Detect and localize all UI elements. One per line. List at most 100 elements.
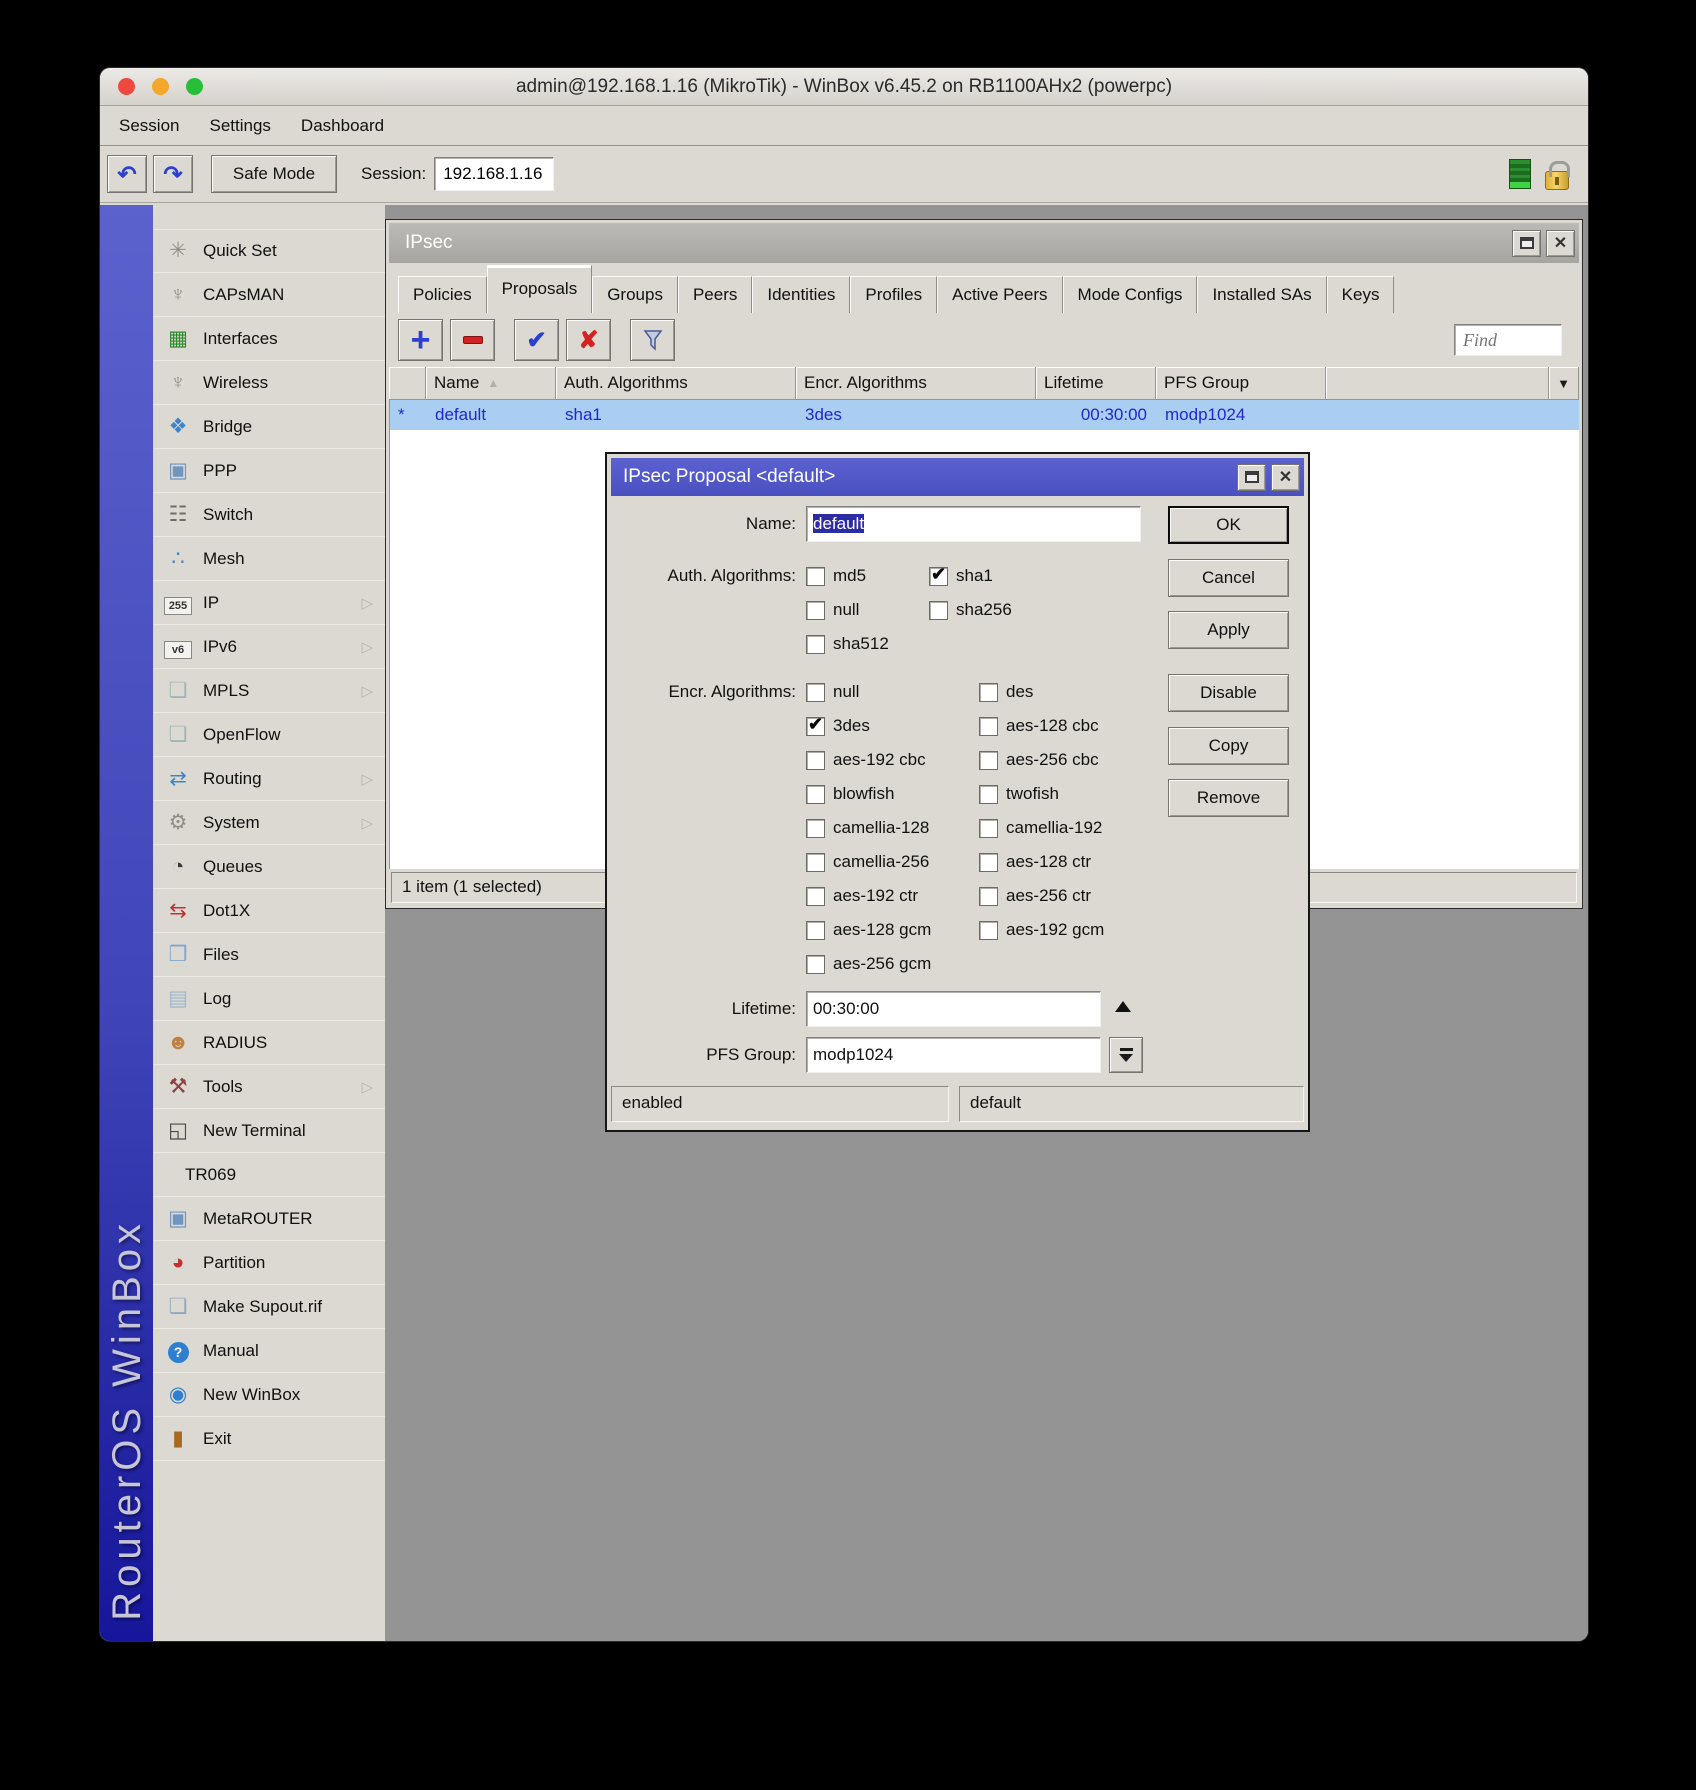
sidebar-item-new-terminal[interactable]: ◱New Terminal bbox=[153, 1109, 385, 1153]
sidebar-item-interfaces[interactable]: ▦Interfaces bbox=[153, 317, 385, 361]
table-row-selected[interactable]: *defaultsha13des00:30:00modp1024 bbox=[390, 400, 1579, 430]
column-header-auth-algorithms[interactable]: Auth. Algorithms bbox=[556, 367, 796, 400]
checkbox-box[interactable] bbox=[806, 635, 825, 654]
restore-button[interactable] bbox=[1512, 230, 1541, 257]
sidebar-item-bridge[interactable]: ❖Bridge bbox=[153, 405, 385, 449]
ok-button[interactable]: OK bbox=[1168, 506, 1289, 544]
find-input[interactable] bbox=[1454, 324, 1562, 356]
checkbox-twofish[interactable]: twofish bbox=[979, 777, 1104, 811]
close-button[interactable] bbox=[118, 78, 135, 95]
sidebar-item-routing[interactable]: ⇄Routing▷ bbox=[153, 757, 385, 801]
disable-button[interactable]: ✘ bbox=[566, 319, 611, 361]
lifetime-field[interactable]: 00:30:00 bbox=[806, 991, 1101, 1027]
checkbox-box[interactable] bbox=[806, 683, 825, 702]
checkbox-3des[interactable]: 3des bbox=[806, 709, 979, 743]
checkbox-aes-128-gcm[interactable]: aes-128 gcm bbox=[806, 913, 979, 947]
checkbox-box[interactable] bbox=[979, 887, 998, 906]
checkbox-md5[interactable]: md5 bbox=[806, 559, 929, 593]
tab-keys[interactable]: Keys bbox=[1327, 276, 1395, 313]
checkbox-aes-128-ctr[interactable]: aes-128 ctr bbox=[979, 845, 1104, 879]
pfs-group-field[interactable]: modp1024 bbox=[806, 1037, 1101, 1073]
checkbox-sha1[interactable]: sha1 bbox=[929, 559, 1012, 593]
sidebar-item-mesh[interactable]: ∴Mesh bbox=[153, 537, 385, 581]
safe-mode-button[interactable]: Safe Mode bbox=[211, 155, 337, 193]
sidebar-item-openflow[interactable]: ❏OpenFlow bbox=[153, 713, 385, 757]
checkbox-box[interactable] bbox=[806, 819, 825, 838]
tab-active-peers[interactable]: Active Peers bbox=[937, 276, 1062, 313]
sidebar-item-wireless[interactable]: ♆Wireless bbox=[153, 361, 385, 405]
checkbox-box[interactable] bbox=[979, 717, 998, 736]
sidebar-item-ipv6[interactable]: v6IPv6▷ bbox=[153, 625, 385, 669]
tab-profiles[interactable]: Profiles bbox=[850, 276, 937, 313]
ipsec-window-titlebar[interactable]: IPsec ✕ bbox=[389, 223, 1579, 263]
sidebar-item-radius[interactable]: ☻RADIUS bbox=[153, 1021, 385, 1065]
checkbox-aes-256-ctr[interactable]: aes-256 ctr bbox=[979, 879, 1104, 913]
undo-button[interactable]: ↶ bbox=[107, 155, 147, 193]
sidebar-item-system[interactable]: ⚙System▷ bbox=[153, 801, 385, 845]
tab-identities[interactable]: Identities bbox=[752, 276, 850, 313]
enable-button[interactable]: ✔ bbox=[514, 319, 559, 361]
tab-proposals[interactable]: Proposals bbox=[487, 265, 593, 313]
pfs-dropdown-button[interactable] bbox=[1109, 1037, 1143, 1073]
column-header-name[interactable]: Name▲ bbox=[426, 367, 556, 400]
tab-installed-sas[interactable]: Installed SAs bbox=[1197, 276, 1326, 313]
remove-entry-button[interactable] bbox=[450, 319, 495, 361]
checkbox-sha256[interactable]: sha256 bbox=[929, 593, 1012, 627]
minimize-button[interactable] bbox=[152, 78, 169, 95]
sidebar-item-manual[interactable]: ?Manual bbox=[153, 1329, 385, 1373]
column-header-encr-algorithms[interactable]: Encr. Algorithms bbox=[796, 367, 1036, 400]
apply-button[interactable]: Apply bbox=[1168, 611, 1289, 649]
sidebar-item-tools[interactable]: ⚒Tools▷ bbox=[153, 1065, 385, 1109]
tab-policies[interactable]: Policies bbox=[398, 276, 487, 313]
checkbox-box[interactable] bbox=[806, 921, 825, 940]
column-header-flag[interactable] bbox=[389, 367, 426, 400]
sidebar-item-capsman[interactable]: ♆CAPsMAN bbox=[153, 273, 385, 317]
dialog-close-button[interactable]: ✕ bbox=[1271, 464, 1300, 491]
sidebar-item-switch[interactable]: ☷Switch bbox=[153, 493, 385, 537]
checkbox-aes-256-cbc[interactable]: aes-256 cbc bbox=[979, 743, 1104, 777]
menu-item-dashboard[interactable]: Dashboard bbox=[286, 116, 399, 136]
menu-item-session[interactable]: Session bbox=[104, 116, 194, 136]
add-button[interactable]: + bbox=[398, 319, 443, 361]
checkbox-box[interactable] bbox=[806, 601, 825, 620]
checkbox-box[interactable] bbox=[979, 853, 998, 872]
column-header-pfs-group[interactable]: PFS Group bbox=[1156, 367, 1326, 400]
checkbox-box[interactable] bbox=[929, 567, 948, 586]
spinner-up-icon[interactable] bbox=[1115, 1001, 1131, 1012]
checkbox-box[interactable] bbox=[979, 785, 998, 804]
checkbox-camellia-256[interactable]: camellia-256 bbox=[806, 845, 979, 879]
redo-button[interactable]: ↷ bbox=[153, 155, 193, 193]
checkbox-aes-128-cbc[interactable]: aes-128 cbc bbox=[979, 709, 1104, 743]
checkbox-box[interactable] bbox=[806, 887, 825, 906]
sidebar-item-mpls[interactable]: ❏MPLS▷ bbox=[153, 669, 385, 713]
sidebar-item-ip[interactable]: 255IP▷ bbox=[153, 581, 385, 625]
checkbox-aes-192-cbc[interactable]: aes-192 cbc bbox=[806, 743, 979, 777]
checkbox-box[interactable] bbox=[979, 751, 998, 770]
session-input[interactable] bbox=[434, 157, 554, 191]
sidebar-item-exit[interactable]: ▮Exit bbox=[153, 1417, 385, 1461]
checkbox-camellia-192[interactable]: camellia-192 bbox=[979, 811, 1104, 845]
checkbox-aes-192-gcm[interactable]: aes-192 gcm bbox=[979, 913, 1104, 947]
menu-item-settings[interactable]: Settings bbox=[194, 116, 285, 136]
close-icon-button[interactable]: ✕ bbox=[1546, 230, 1575, 257]
column-menu-button[interactable]: ▼ bbox=[1549, 367, 1579, 400]
sidebar-item-new-winbox[interactable]: ◉New WinBox bbox=[153, 1373, 385, 1417]
checkbox-box[interactable] bbox=[929, 601, 948, 620]
column-header-lifetime[interactable]: Lifetime bbox=[1036, 367, 1156, 400]
checkbox-aes-256-gcm[interactable]: aes-256 gcm bbox=[806, 947, 979, 981]
checkbox-box[interactable] bbox=[806, 717, 825, 736]
filter-button[interactable] bbox=[630, 319, 675, 361]
tab-peers[interactable]: Peers bbox=[678, 276, 752, 313]
checkbox-box[interactable] bbox=[979, 921, 998, 940]
checkbox-box[interactable] bbox=[806, 751, 825, 770]
checkbox-box[interactable] bbox=[806, 567, 825, 586]
copy-button[interactable]: Copy bbox=[1168, 727, 1289, 765]
checkbox-sha512[interactable]: sha512 bbox=[806, 627, 929, 661]
dialog-restore-button[interactable] bbox=[1237, 464, 1266, 491]
checkbox-box[interactable] bbox=[806, 853, 825, 872]
sidebar-item-files[interactable]: ❒Files bbox=[153, 933, 385, 977]
sidebar-item-ppp[interactable]: ▣PPP bbox=[153, 449, 385, 493]
sidebar-item-make-supout-rif[interactable]: ❏Make Supout.rif bbox=[153, 1285, 385, 1329]
sidebar-item-partition[interactable]: ◕Partition bbox=[153, 1241, 385, 1285]
sidebar-item-quick-set[interactable]: ✳Quick Set bbox=[153, 229, 385, 273]
